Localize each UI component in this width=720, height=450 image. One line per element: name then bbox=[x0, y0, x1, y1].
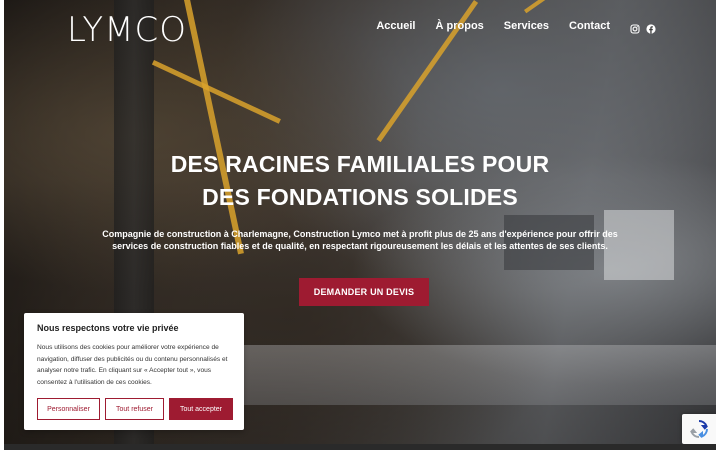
social-links bbox=[630, 21, 656, 34]
instagram-icon[interactable] bbox=[630, 21, 640, 34]
nav-item-contact[interactable]: Contact bbox=[569, 20, 610, 32]
cookie-consent-banner: Nous respectons votre vie privée Nous ut… bbox=[24, 313, 244, 430]
request-quote-button[interactable]: DEMANDER UN DEVIS bbox=[299, 278, 429, 306]
cookie-text: Nous utilisons des cookies pour améliore… bbox=[37, 344, 228, 386]
page: LYMCO Accueil À propos Services Contact … bbox=[0, 0, 720, 450]
recaptcha-icon bbox=[690, 420, 708, 438]
facebook-icon[interactable] bbox=[646, 21, 656, 34]
main-nav: Accueil À propos Services Contact bbox=[376, 20, 656, 34]
wall-decor bbox=[244, 345, 716, 405]
reject-all-cookies-button[interactable]: Tout refuser bbox=[105, 398, 164, 420]
hero-subtitle: Compagnie de construction à Charlemagne,… bbox=[102, 229, 618, 251]
cookie-buttons: Personnaliser Tout refuser Tout accepter bbox=[37, 398, 233, 420]
hero-title: DES RACINES FAMILIALES POUR DES FONDATIO… bbox=[4, 148, 716, 214]
nav-item-a-propos[interactable]: À propos bbox=[436, 20, 484, 32]
hero-title-line2: DES FONDATIONS SOLIDES bbox=[202, 184, 518, 210]
site-logo[interactable]: LYMCO bbox=[67, 10, 187, 50]
recaptcha-badge[interactable] bbox=[682, 414, 716, 444]
hero-title-line1: DES RACINES FAMILIALES POUR bbox=[170, 151, 550, 177]
nav-item-accueil[interactable]: Accueil bbox=[376, 20, 415, 32]
nav-item-services[interactable]: Services bbox=[504, 20, 549, 32]
customize-cookies-button[interactable]: Personnaliser bbox=[37, 398, 100, 420]
bottom-bar bbox=[4, 444, 716, 450]
cookie-title: Nous respectons votre vie privée bbox=[37, 323, 179, 333]
logo-text: LYMCO bbox=[67, 10, 188, 50]
accept-all-cookies-button[interactable]: Tout accepter bbox=[169, 398, 233, 420]
